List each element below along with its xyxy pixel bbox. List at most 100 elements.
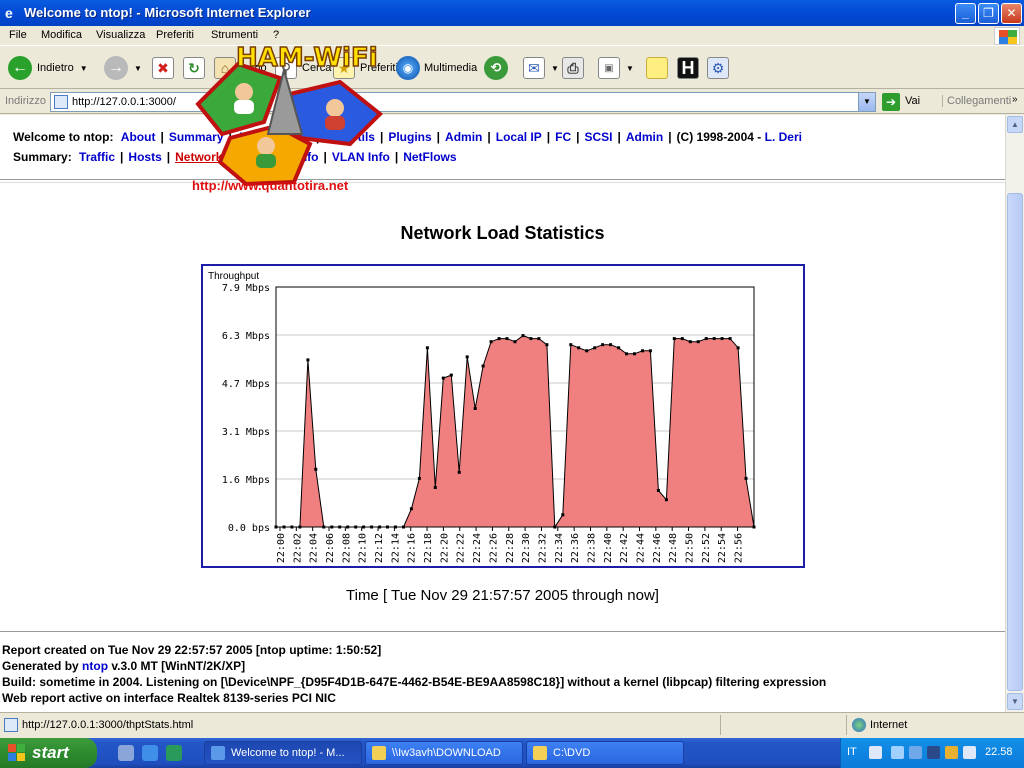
menu-favorites[interactable]: Preferiti [156,29,194,41]
scroll-down-button[interactable]: ▼ [1007,693,1023,710]
data-point [425,346,429,350]
help-tray-icon[interactable] [869,746,882,759]
address-input[interactable]: http://127.0.0.1:3000/ ▼ [50,92,876,112]
data-point [529,337,533,341]
data-point [473,407,477,410]
nav-netflows[interactable]: NetFlows [403,150,456,164]
data-point [656,489,660,492]
menu-tools[interactable]: Strumenti [211,29,258,41]
nav-admin-1[interactable]: Admin [445,130,482,144]
minimize-button[interactable]: _ [955,3,976,24]
media-quicklaunch-icon[interactable] [166,745,182,761]
mail-button[interactable]: ✉ ▼ [523,54,559,82]
nav-plugins[interactable]: Plugins [388,130,431,144]
data-point [664,498,668,502]
summary-nav: Summary: Traffic | Hosts | Network Load | ASN … [13,150,457,164]
menu-help[interactable]: ? [273,29,279,41]
language-indicator[interactable]: IT [847,746,857,758]
x-tick-label: 22:36 [570,533,581,563]
data-point [449,373,453,377]
title-bar[interactable]: e Welcome to ntop! - Microsoft Internet … [0,0,1024,26]
refresh-button[interactable]: ↻ [183,54,205,82]
logo-url: http://www.quantotira.net [192,178,349,193]
y-axis-label: Throughput [208,271,259,282]
y-tick-label: 3.1 Mbps [222,427,270,438]
maximize-button[interactable]: ❐ [978,3,999,24]
desktop-quicklaunch-icon[interactable] [118,745,134,761]
vertical-scrollbar[interactable]: ▲ ▼ [1005,115,1024,712]
nav-hosts[interactable]: Hosts [128,150,161,164]
back-button[interactable]: ← Indietro ▼ [8,54,88,82]
edit-button[interactable]: ▣ ▼ [598,54,634,82]
scroll-up-button[interactable]: ▲ [1007,116,1023,133]
menu-edit[interactable]: Modifica [41,29,82,41]
task-dvd[interactable]: C:\DVD [526,741,684,765]
divider [0,631,1005,633]
nav-ip[interactable]: IP [324,130,335,144]
ie-icon [211,746,225,760]
nav-all-protocols[interactable]: All Protocols [237,130,311,144]
menu-view[interactable]: Visualizza [96,29,145,41]
nav-summary[interactable]: Summary [169,130,224,144]
forward-button[interactable]: → ▼ [104,54,142,82]
address-dropdown-button[interactable]: ▼ [858,93,875,111]
app-tray-icon[interactable] [927,746,940,759]
menu-file[interactable]: File [9,29,27,41]
home-button[interactable]: ⌂ Inizio [214,54,267,82]
nav-traffic[interactable]: Traffic [79,150,115,164]
task-download[interactable]: \\Iw3avh\DOWNLOAD [365,741,523,765]
h-icon: H [677,57,699,79]
media-button[interactable]: ◉ Multimedia [396,54,477,82]
note-icon [646,57,668,79]
ntop-link[interactable]: ntop [82,659,108,673]
internet-zone-icon [852,718,866,732]
links-button[interactable]: Collegamenti [942,95,1011,107]
taskbar: start Welcome to ntop! - M... \\Iw3avh\D… [0,738,1024,768]
links-chevron-icon[interactable]: » [1012,94,1018,105]
nav-prefix: Welcome to ntop: [13,130,114,144]
nav-admin[interactable]: Admin [626,130,663,144]
page-content: Welcome to ntop: About | Summary | All Proto… [0,115,1005,712]
nav-scsi[interactable]: SCSI [584,130,612,144]
print-button[interactable]: ⎙ [562,54,584,82]
go-arrow-icon[interactable]: ➔ [882,93,900,111]
nav-network-load[interactable]: Network Load [175,150,254,164]
page-icon [54,95,68,109]
history-icon: ⟲ [484,56,508,80]
favorites-button[interactable]: ★ Preferiti [333,54,398,82]
stop-button[interactable]: ✖ [152,54,174,82]
app-tray-icon-2[interactable] [963,746,976,759]
nav-local-ip[interactable]: Local IP [496,130,542,144]
scroll-thumb[interactable] [1007,193,1023,691]
research-button[interactable]: ⚙ [707,54,729,82]
author-link[interactable]: L. Deri [765,130,802,144]
nav-about[interactable]: About [121,130,156,144]
volume-tray-icon[interactable] [945,746,958,759]
data-point [633,352,636,356]
address-url: http://127.0.0.1:3000/ [72,96,176,108]
data-point [609,343,613,347]
close-button[interactable]: ✕ [1001,3,1022,24]
x-tick-label: 22:44 [636,533,647,563]
nav-fc[interactable]: FC [555,130,571,144]
go-button[interactable]: Vai [905,95,920,107]
network-tray-icon-2[interactable] [909,746,922,759]
start-button[interactable]: start [0,738,97,768]
nav-utils[interactable]: Utils [349,130,375,144]
history-button[interactable]: ⟲ [484,54,508,82]
generated-line: Generated by ntop v.3.0 MT [WinNT/2K/XP] [2,659,245,673]
chevron-down-icon: ▼ [79,63,88,73]
nav-asn-info[interactable]: ASN Info [268,150,319,164]
nav-vlan-info[interactable]: VLAN Info [332,150,390,164]
h-button[interactable]: H [677,54,699,82]
ie-quicklaunch-icon[interactable] [142,745,158,761]
media-globe-icon: ◉ [396,56,420,80]
x-tick-label: 22:22 [456,533,467,563]
network-tray-icon[interactable] [891,746,904,759]
task-ie[interactable]: Welcome to ntop! - M... [204,741,362,765]
y-tick-label: 6.3 Mbps [222,331,270,342]
data-point [712,337,716,341]
search-button[interactable]: ⚲ Cerca [275,54,331,82]
notes-button[interactable] [646,54,668,82]
x-tick-label: 22:04 [309,533,320,563]
